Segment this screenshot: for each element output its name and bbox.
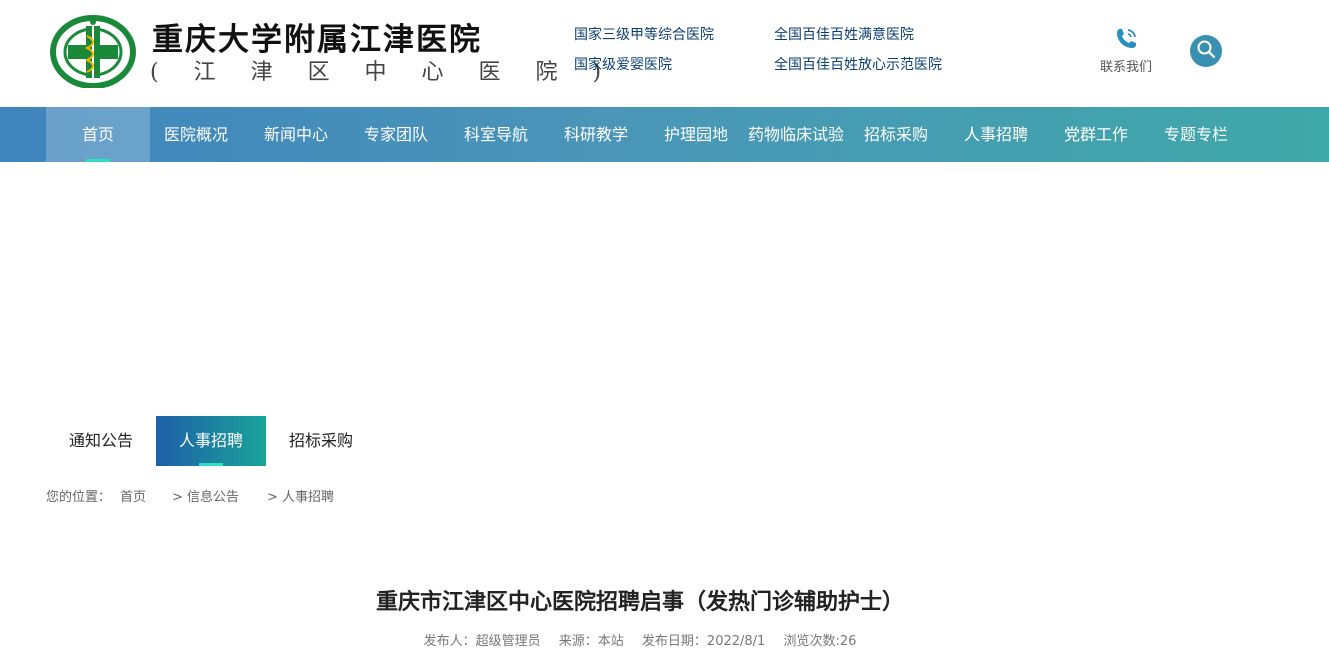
hospital-logo[interactable] <box>46 12 140 89</box>
nav-item-label: 护理园地 <box>663 125 728 144</box>
nav-item-recruitment[interactable]: 人事招聘 <box>950 107 1042 162</box>
main-nav: 首页 医院概况 新闻中心 专家团队 科室导航 科研教学 护理园地 药物临床试验 … <box>0 107 1329 162</box>
nav-item-label: 科室导航 <box>463 125 528 144</box>
phone-icon <box>1093 26 1159 52</box>
article-publisher: 发布人：超级管理员 <box>423 634 541 649</box>
nav-item-label: 专家团队 <box>363 125 428 144</box>
tab-notices[interactable]: 通知公告 <box>46 416 156 466</box>
nav-item-party[interactable]: 党群工作 <box>1050 107 1142 162</box>
nav-item-label: 药物临床试验 <box>747 125 844 144</box>
search-icon <box>1196 39 1216 63</box>
breadcrumb-home[interactable]: 首页 <box>120 486 146 505</box>
article-source: 来源：本站 <box>558 634 624 649</box>
breadcrumb-prefix: 您的位置： <box>46 490 112 505</box>
nav-item-news[interactable]: 新闻中心 <box>250 107 342 162</box>
nav-item-label: 专题专栏 <box>1163 125 1228 144</box>
nav-item-research[interactable]: 科研教学 <box>550 107 642 162</box>
nav-item-label: 党群工作 <box>1063 125 1128 144</box>
tab-label: 通知公告 <box>68 431 133 450</box>
honor-item: 全国百佳百姓满意医院 <box>774 27 914 43</box>
site-header: 重庆大学附属江津医院 ( 江 津 区 中 心 医 院 ) 国家三级甲等综合医院 … <box>0 0 1329 107</box>
nav-item-nursing[interactable]: 护理园地 <box>650 107 742 162</box>
nav-item-home[interactable]: 首页 <box>46 107 150 162</box>
nav-item-label: 招标采购 <box>863 125 928 144</box>
banner-area <box>0 162 1329 412</box>
active-indicator <box>199 463 223 466</box>
article-meta: 发布人：超级管理员 来源：本站 发布日期：2022/8/1 浏览次数:26 <box>0 630 1280 649</box>
nav-item-about[interactable]: 医院概况 <box>150 107 242 162</box>
nav-item-label: 科研教学 <box>563 125 628 144</box>
nav-item-label: 医院概况 <box>163 125 228 144</box>
nav-item-label: 人事招聘 <box>963 125 1028 144</box>
contact-us-link[interactable]: 联系我们 <box>1093 26 1159 82</box>
breadcrumb-info-notice[interactable]: > 信息公告 <box>172 486 239 505</box>
honor-item: 国家级爱婴医院 <box>574 57 672 73</box>
breadcrumb-recruitment[interactable]: > 人事招聘 <box>267 486 334 505</box>
site-subtitle: ( 江 津 区 中 心 医 院 ) <box>150 60 616 85</box>
tab-label: 招标采购 <box>288 431 353 450</box>
article-date: 发布日期：2022/8/1 <box>641 634 766 649</box>
honor-item: 国家三级甲等综合医院 <box>574 27 714 43</box>
nav-item-label: 首页 <box>81 125 114 144</box>
contact-us-label: 联系我们 <box>1099 60 1152 75</box>
nav-item-clinical-trials[interactable]: 药物临床试验 <box>742 107 850 162</box>
nav-item-label: 新闻中心 <box>263 125 328 144</box>
tab-recruitment[interactable]: 人事招聘 <box>156 416 266 466</box>
nav-item-departments[interactable]: 科室导航 <box>450 107 542 162</box>
article-views: 浏览次数:26 <box>783 634 857 649</box>
nav-item-experts[interactable]: 专家团队 <box>350 107 442 162</box>
honor-item: 全国百佳百姓放心示范医院 <box>774 57 942 73</box>
nav-item-special[interactable]: 专题专栏 <box>1150 107 1242 162</box>
site-name[interactable]: 重庆大学附属江津医院 <box>152 14 482 59</box>
article-title: 重庆市江津区中心医院招聘启事（发热门诊辅助护士） <box>375 590 904 615</box>
search-button[interactable] <box>1190 35 1222 67</box>
nav-item-procurement[interactable]: 招标采购 <box>850 107 942 162</box>
tab-label: 人事招聘 <box>178 431 243 450</box>
tab-procurement[interactable]: 招标采购 <box>266 416 376 466</box>
